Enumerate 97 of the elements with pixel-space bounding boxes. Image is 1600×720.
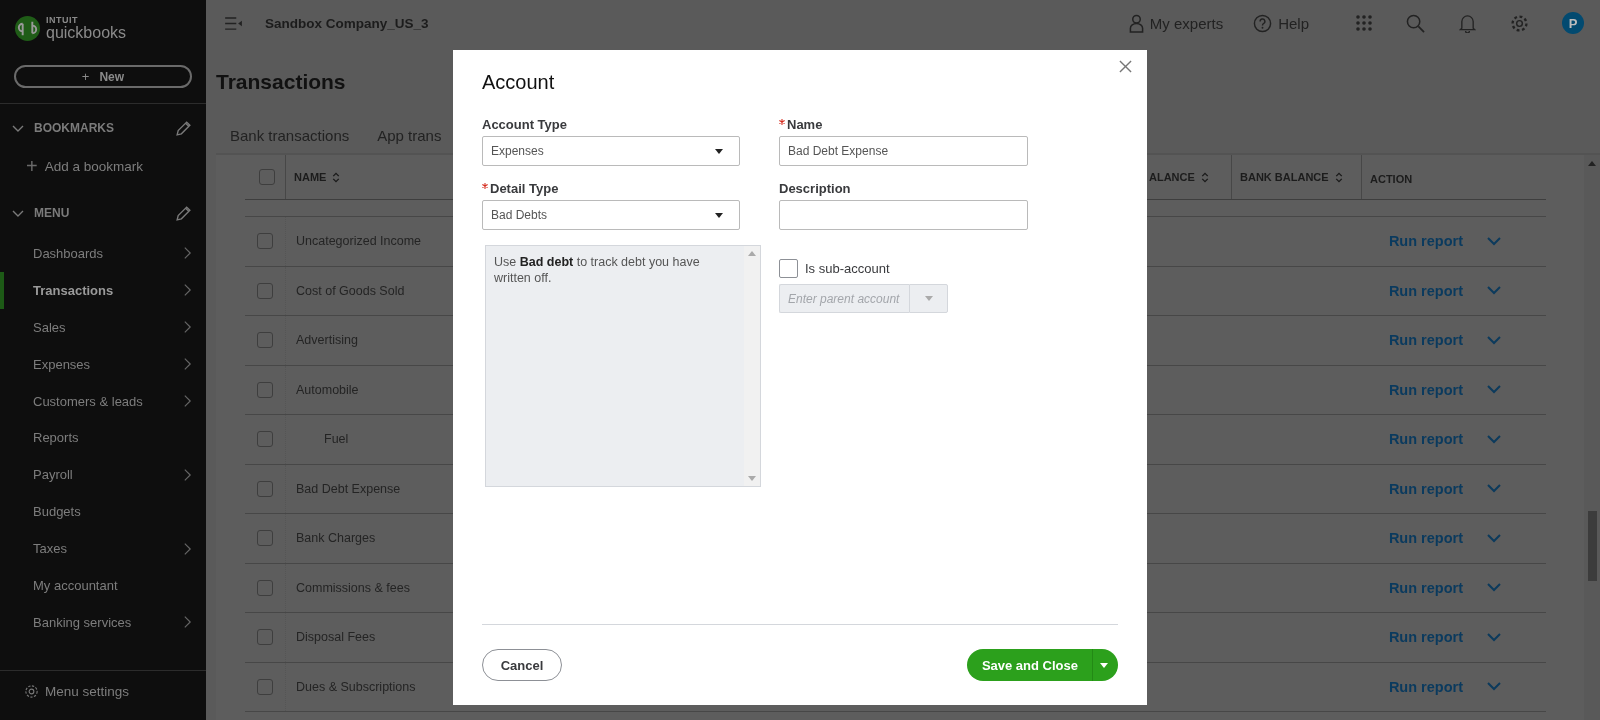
- sidebar-item[interactable]: Sales: [0, 308, 206, 346]
- sidebar-item[interactable]: Transactions: [0, 271, 206, 309]
- table-cell: Disposal Fees: [285, 613, 376, 662]
- description-field[interactable]: [779, 200, 1028, 230]
- bell-icon[interactable]: [1459, 13, 1476, 33]
- scrollbar-thumb[interactable]: [1587, 511, 1597, 581]
- table-cell: Fuel: [285, 415, 349, 464]
- sidebar-item[interactable]: Payroll: [0, 456, 206, 494]
- table-cell: Automobile: [285, 365, 359, 414]
- caret-icon[interactable]: [1487, 682, 1501, 692]
- sidebar-item[interactable]: Customers & leads: [0, 382, 206, 420]
- settings-icon: [24, 683, 39, 699]
- account-type-dropdown[interactable]: Expenses: [482, 136, 740, 166]
- sidebar-item[interactable]: Expenses: [0, 345, 206, 383]
- checkbox[interactable]: [257, 678, 273, 695]
- table-cell: Uncategorized Income: [285, 217, 422, 266]
- checkbox[interactable]: [257, 629, 273, 646]
- sort-icon[interactable]: [1200, 171, 1209, 183]
- sidebar-item[interactable]: Banking services: [0, 603, 206, 641]
- table-cell: Dues & Subscriptions: [285, 662, 416, 711]
- checkbox[interactable]: [779, 258, 798, 278]
- sort-icon[interactable]: [1334, 171, 1343, 183]
- caret-icon[interactable]: [1487, 385, 1501, 395]
- table-cell: Advertising: [285, 316, 358, 365]
- checkbox-label: Is sub-account: [805, 260, 890, 276]
- caret-icon[interactable]: [1092, 649, 1118, 681]
- logo-icon: [14, 14, 41, 42]
- sidebar-item[interactable]: My accountant: [0, 567, 206, 604]
- sort-icon[interactable]: [332, 171, 341, 183]
- table-cell: Commissions & fees: [285, 563, 410, 612]
- avatar[interactable]: P: [1562, 12, 1584, 34]
- sidebar-item[interactable]: Taxes: [0, 530, 206, 567]
- field-label: Detail Type: [490, 181, 559, 197]
- caret-icon[interactable]: [1487, 533, 1501, 543]
- checkbox[interactable]: [257, 530, 273, 547]
- brand-name: quickbooks: [46, 24, 127, 41]
- add-bookmark-link[interactable]: + Add a bookmark: [0, 156, 206, 176]
- column-header[interactable]: BANK BALANCE: [1231, 155, 1361, 199]
- section-heading: BOOKMARKS: [34, 121, 115, 135]
- new-button[interactable]: + New: [14, 65, 192, 88]
- apps-icon[interactable]: [1356, 15, 1372, 31]
- brand-name: INTUIT: [46, 15, 79, 25]
- pencil-icon[interactable]: [175, 119, 192, 137]
- caret-icon[interactable]: [1487, 484, 1501, 494]
- required-icon: [482, 183, 488, 189]
- checkbox[interactable]: [258, 169, 275, 185]
- table-cell: Bank Charges: [285, 514, 376, 563]
- section-heading: MENU: [34, 206, 71, 220]
- settings-icon[interactable]: [1510, 13, 1529, 33]
- dropdown-button[interactable]: [909, 284, 948, 313]
- field-label: Account Type: [482, 117, 567, 133]
- help-text: Use Bad debt to track debt you have written off.: [493, 254, 701, 287]
- checkbox[interactable]: [257, 431, 273, 448]
- sidebar-item[interactable]: Dashboards: [0, 235, 206, 272]
- scrollbar[interactable]: [1584, 155, 1600, 720]
- pencil-icon[interactable]: [175, 204, 192, 222]
- dropdown-arrow-icon[interactable]: [715, 148, 723, 154]
- column-header: ACTION: [1361, 155, 1546, 199]
- table-cell: Bad Debt Expense: [285, 464, 401, 513]
- cancel-button[interactable]: Cancel: [482, 649, 562, 681]
- dropdown-arrow-icon[interactable]: [715, 212, 723, 218]
- checkbox[interactable]: [257, 282, 273, 299]
- save-and-close-button[interactable]: Save and Close: [966, 649, 1092, 681]
- scroll-up-icon[interactable]: [748, 251, 756, 256]
- name-field[interactable]: Bad Debt Expense: [779, 136, 1028, 166]
- checkbox[interactable]: [257, 233, 273, 250]
- checkbox[interactable]: [257, 332, 273, 349]
- caret-icon[interactable]: [1487, 583, 1501, 593]
- company-name: Sandbox Company_US_3: [265, 15, 429, 31]
- page-title: Transactions: [216, 70, 346, 95]
- person-icon: [1128, 13, 1144, 33]
- checkbox[interactable]: [257, 480, 273, 497]
- close-button[interactable]: [1119, 60, 1133, 74]
- field-label: Name: [787, 117, 823, 133]
- caret-icon[interactable]: [924, 296, 933, 301]
- sidebar-item[interactable]: Reports: [0, 419, 206, 457]
- caret-icon[interactable]: [1487, 236, 1501, 246]
- required-icon: [779, 119, 785, 125]
- dialog-title: Account: [482, 71, 556, 95]
- menu-settings-link[interactable]: Menu settings: [0, 671, 206, 711]
- checkbox[interactable]: [257, 579, 273, 596]
- checkbox[interactable]: [257, 381, 273, 398]
- field-label: Description: [779, 181, 851, 197]
- caret-icon[interactable]: [1487, 632, 1501, 642]
- scrollbar[interactable]: [744, 246, 760, 486]
- caret-icon[interactable]: [1487, 335, 1501, 345]
- caret-icon[interactable]: [1487, 286, 1501, 296]
- detail-type-dropdown[interactable]: Bad Debts: [482, 200, 740, 230]
- sidebar-item[interactable]: Budgets: [0, 493, 206, 531]
- menu-icon[interactable]: [224, 16, 243, 30]
- caret-icon[interactable]: [1487, 434, 1501, 444]
- scroll-down-icon[interactable]: [748, 476, 756, 481]
- table-cell: Cost of Goods Sold: [285, 266, 405, 315]
- column-header[interactable]: ALANCE: [1146, 155, 1231, 199]
- scroll-up-icon[interactable]: [1588, 160, 1596, 166]
- search-icon[interactable]: [1406, 13, 1425, 33]
- help-icon: [1253, 13, 1273, 33]
